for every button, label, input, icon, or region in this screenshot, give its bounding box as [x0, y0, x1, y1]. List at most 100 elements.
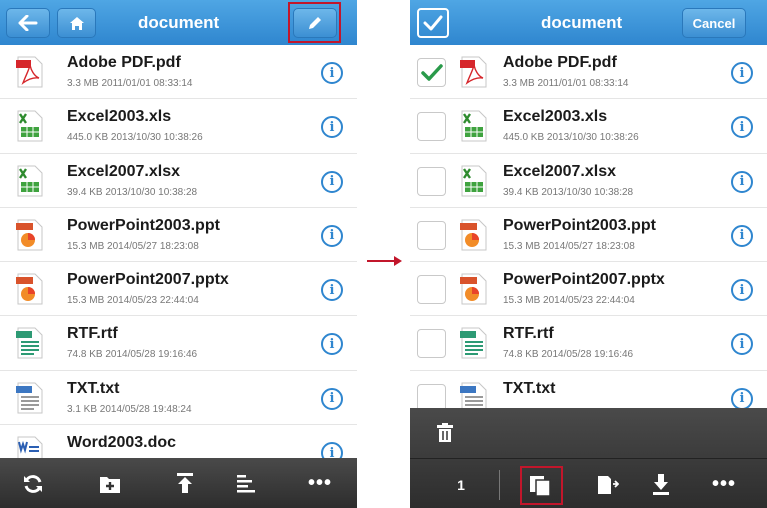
- info-icon: i: [329, 391, 335, 407]
- file-row[interactable]: PowerPoint2007.pptx 15.3 MB 2014/05/23 22…: [410, 262, 767, 317]
- info-icon: i: [329, 282, 335, 298]
- powerpoint-file-icon: [16, 273, 43, 305]
- new-folder-button[interactable]: [97, 471, 123, 497]
- right-header: document Cancel: [410, 0, 767, 45]
- file-row[interactable]: PowerPoint2007.pptx 15.3 MB 2014/05/23 22…: [0, 262, 357, 317]
- refresh-button[interactable]: [20, 471, 46, 497]
- file-row[interactable]: TXT.txt 3.1 KB 2014/05/28 19:48:24 i: [0, 370, 357, 426]
- copy-button-highlight: [520, 466, 563, 505]
- back-button[interactable]: [6, 8, 50, 38]
- file-meta: 3.1 KB 2014/05/28 19:48:24: [67, 403, 192, 415]
- info-icon: i: [739, 174, 745, 190]
- info-button[interactable]: i: [731, 62, 753, 84]
- file-checkbox[interactable]: [417, 275, 446, 305]
- file-meta: 74.8 KB 2014/05/28 19:16:46: [67, 349, 198, 361]
- home-button[interactable]: [57, 8, 96, 38]
- info-button[interactable]: i: [321, 387, 343, 410]
- file-meta: 74.8 KB 2014/05/28 19:16:46: [503, 349, 634, 361]
- file-type-icon: [16, 165, 44, 197]
- file-name: Excel2007.xlsx: [67, 162, 180, 180]
- download-button[interactable]: [648, 471, 674, 497]
- file-row[interactable]: RTF.rtf 74.8 KB 2014/05/28 19:16:46 i: [0, 316, 357, 371]
- file-meta: 39.4 KB 2013/10/30 10:38:28: [67, 186, 198, 198]
- info-icon: i: [329, 174, 335, 190]
- file-row[interactable]: Excel2007.xlsx 39.4 KB 2013/10/30 10:38:2…: [0, 153, 357, 208]
- info-button[interactable]: i: [731, 333, 753, 356]
- info-button[interactable]: i: [321, 62, 343, 84]
- info-button[interactable]: i: [731, 170, 753, 193]
- info-button[interactable]: i: [731, 116, 753, 139]
- file-name: PowerPoint2003.ppt: [67, 216, 220, 234]
- more-icon: •••: [711, 472, 736, 495]
- info-button[interactable]: i: [321, 116, 343, 139]
- info-button[interactable]: i: [321, 333, 343, 356]
- file-row[interactable]: RTF.rtf 74.8 KB 2014/05/28 19:16:46 i: [410, 316, 767, 371]
- excel-file-icon: [17, 165, 43, 197]
- file-row[interactable]: PowerPoint2003.ppt 15.3 MB 2014/05/27 18:…: [0, 207, 357, 263]
- info-button[interactable]: i: [731, 224, 753, 247]
- bottom-toolbar: •••: [0, 458, 357, 508]
- file-meta: 3.3 MB 2011/01/01 08:33:14: [67, 78, 193, 89]
- home-icon: [69, 16, 84, 30]
- file-name: TXT.txt: [67, 379, 120, 397]
- new-folder-icon: [100, 477, 120, 493]
- rtf-file-icon: [16, 327, 43, 359]
- file-name: Excel2007.xlsx: [503, 162, 616, 180]
- select-all-button[interactable]: [417, 8, 449, 38]
- upload-icon: [177, 473, 193, 493]
- more-icon: •••: [307, 471, 332, 494]
- rtf-file-icon: [460, 327, 487, 359]
- file-meta: 3.3 MB 2011/01/01 08:33:14: [503, 78, 629, 89]
- info-button[interactable]: i: [321, 224, 343, 247]
- file-meta: 445.0 KB 2013/10/30 10:38:26: [67, 132, 203, 144]
- file-name: PowerPoint2003.ppt: [503, 216, 656, 234]
- file-name: Adobe PDF.pdf: [503, 54, 617, 71]
- file-row[interactable]: Excel2003.xls 445.0 KB 2013/10/30 10:38:2…: [410, 99, 767, 154]
- file-meta: 15.3 MB 2014/05/23 22:44:04: [67, 295, 199, 307]
- info-icon: i: [329, 336, 335, 352]
- arrow-left-icon: [18, 15, 38, 31]
- move-button[interactable]: [595, 472, 621, 498]
- info-button[interactable]: i: [321, 279, 343, 302]
- file-type-icon: [460, 110, 488, 142]
- more-button[interactable]: •••: [300, 470, 340, 496]
- file-list: Adobe PDF.pdf 3.3 MB 2011/01/01 08:33:14 i…: [410, 45, 767, 426]
- header-title: document: [541, 13, 623, 32]
- file-name: PowerPoint2007.pptx: [503, 271, 665, 289]
- info-icon: i: [739, 65, 745, 81]
- file-type-icon: [16, 273, 44, 305]
- file-checkbox[interactable]: [417, 112, 446, 142]
- move-icon: [598, 476, 619, 494]
- more-button[interactable]: •••: [704, 471, 744, 497]
- delete-button[interactable]: [432, 420, 458, 446]
- file-type-icon: [16, 219, 44, 251]
- edit-button-highlight: [288, 2, 341, 43]
- file-checkbox[interactable]: [417, 166, 446, 196]
- file-row[interactable]: Excel2007.xlsx 39.4 KB 2013/10/30 10:38:2…: [410, 153, 767, 208]
- sort-button[interactable]: [233, 471, 259, 497]
- file-checkbox[interactable]: [417, 329, 446, 359]
- powerpoint-file-icon: [16, 219, 43, 251]
- info-icon: i: [739, 119, 745, 135]
- info-button[interactable]: i: [321, 170, 343, 193]
- file-row[interactable]: Adobe PDF.pdf 3.3 MB 2011/01/01 08:33:14 i: [0, 45, 357, 100]
- file-checkbox[interactable]: [417, 58, 446, 87]
- file-checkbox[interactable]: [417, 220, 446, 250]
- file-name: Adobe PDF.pdf: [67, 54, 181, 71]
- file-row[interactable]: PowerPoint2003.ppt 15.3 MB 2014/05/27 18:…: [410, 207, 767, 263]
- file-name: RTF.rtf: [503, 325, 554, 343]
- file-row[interactable]: Adobe PDF.pdf 3.3 MB 2011/01/01 08:33:14 i: [410, 45, 767, 100]
- file-meta: 15.3 MB 2014/05/27 18:23:08: [503, 240, 635, 252]
- file-meta: 445.0 KB 2013/10/30 10:38:26: [503, 132, 639, 144]
- right-screen: document Cancel Adobe PDF.pdf 3.3 MB 2011…: [410, 0, 767, 508]
- upload-button[interactable]: [172, 470, 198, 496]
- file-type-icon: [460, 273, 488, 305]
- info-icon: i: [739, 336, 745, 352]
- info-button[interactable]: i: [731, 279, 753, 302]
- info-button[interactable]: i: [731, 387, 753, 410]
- info-icon: i: [329, 65, 335, 81]
- cancel-button[interactable]: Cancel: [682, 8, 746, 38]
- refresh-icon: [24, 475, 42, 493]
- file-type-icon: [16, 56, 44, 88]
- file-row[interactable]: Excel2003.xls 445.0 KB 2013/10/30 10:38:2…: [0, 99, 357, 154]
